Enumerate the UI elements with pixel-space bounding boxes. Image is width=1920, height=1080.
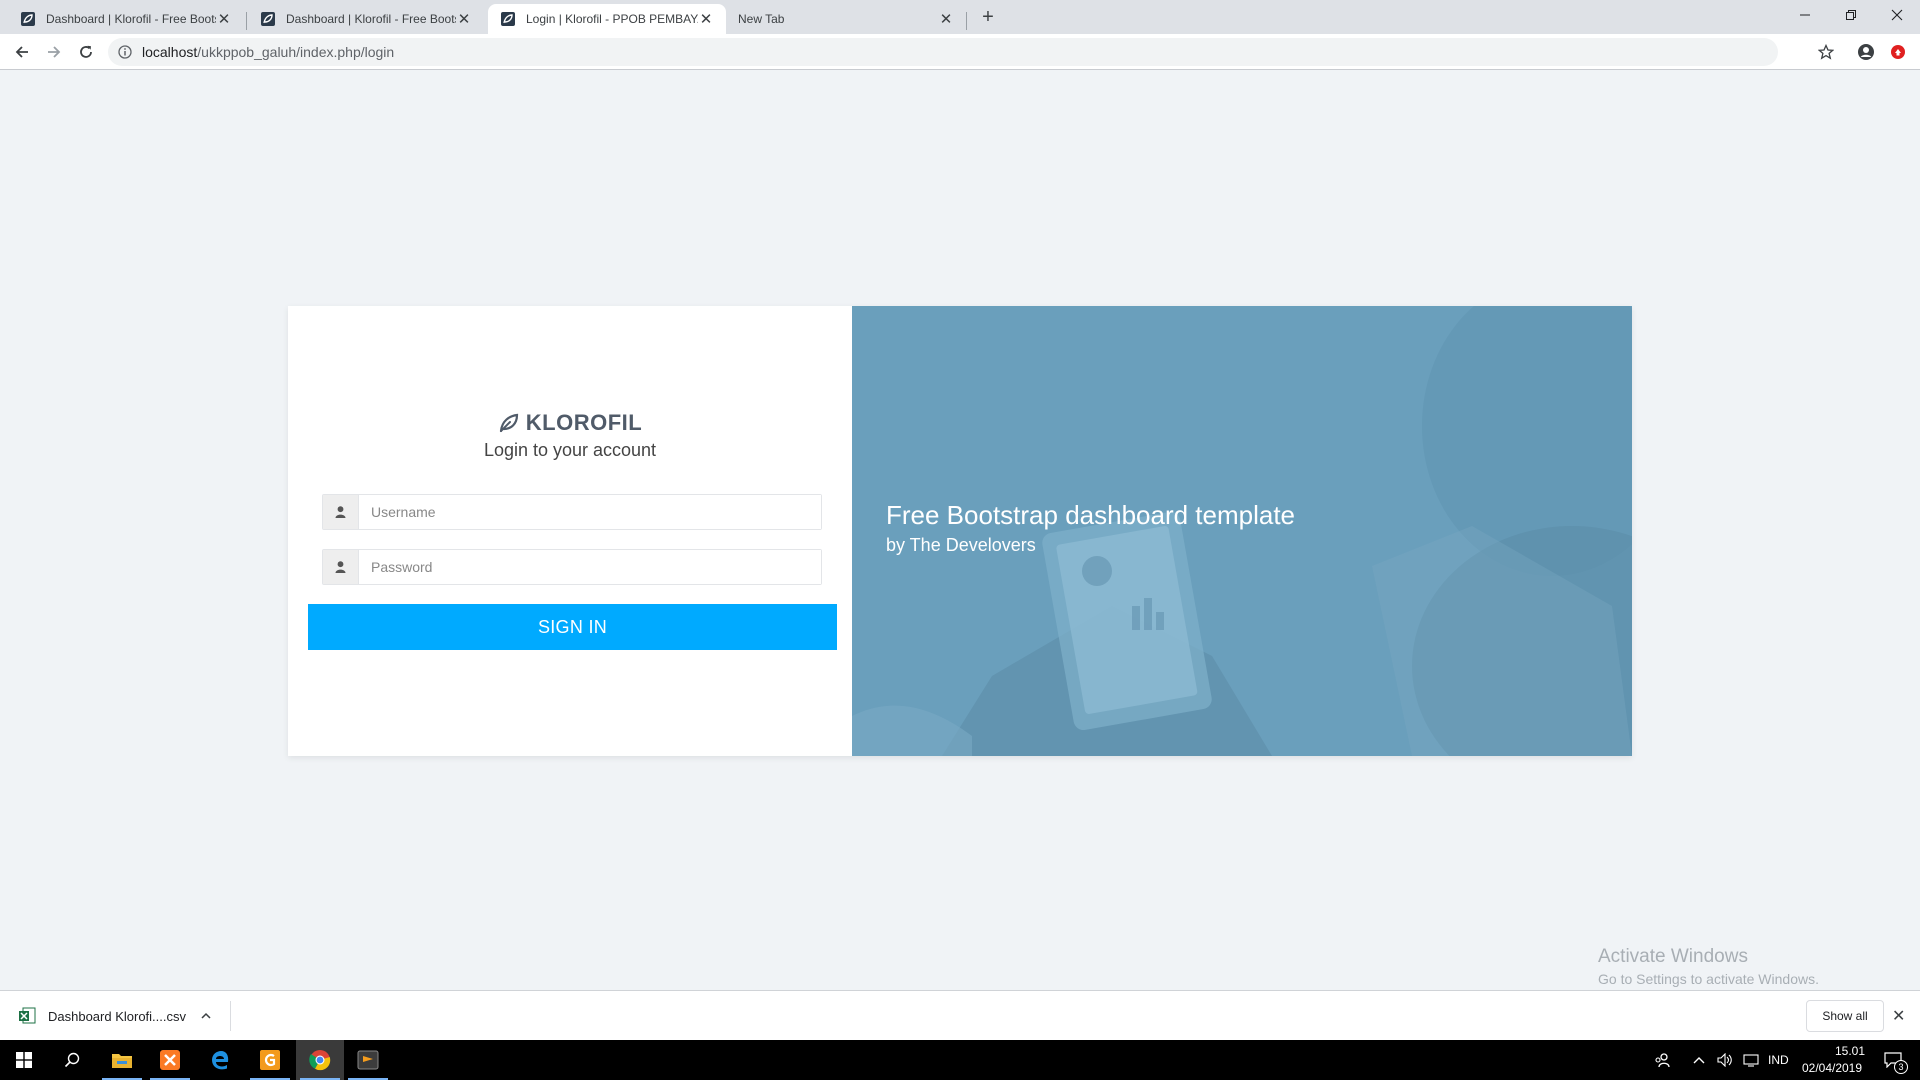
download-item[interactable]: Dashboard Klorofi....csv bbox=[18, 1001, 212, 1031]
tab-title: Dashboard | Klorofil - Free Bootstrap bbox=[46, 12, 216, 26]
extension-icon[interactable] bbox=[1884, 38, 1912, 66]
hero-title: Free Bootstrap dashboard template bbox=[886, 500, 1296, 530]
sublime-text-icon[interactable] bbox=[344, 1040, 392, 1080]
search-icon[interactable] bbox=[48, 1040, 96, 1080]
tab-close-icon[interactable]: ✕ bbox=[216, 10, 232, 28]
tray-chevron-up-icon[interactable] bbox=[1686, 1040, 1712, 1080]
network-icon[interactable] bbox=[1738, 1040, 1764, 1080]
tab-dashboard-1[interactable]: Dashboard | Klorofil - Free Bootstrap ✕ bbox=[8, 4, 244, 34]
info-icon[interactable] bbox=[118, 45, 132, 59]
address-bar[interactable]: localhost/ukkppob_galuh/index.php/login bbox=[108, 38, 1778, 66]
notification-count-badge: 3 bbox=[1894, 1060, 1908, 1074]
hero-panel: Free Bootstrap dashboard template by The… bbox=[852, 306, 1632, 756]
url-path: /ukkppob_galuh/index.php/login bbox=[197, 44, 395, 60]
user-icon bbox=[323, 495, 359, 529]
tab-close-icon[interactable]: ✕ bbox=[456, 10, 472, 28]
tab-title: Dashboard | Klorofil - Free Bootstrap bbox=[286, 12, 456, 26]
new-tab-plus-icon[interactable]: + bbox=[976, 6, 1000, 29]
hero-subtitle: by The Develovers bbox=[886, 535, 1036, 555]
edge-icon[interactable] bbox=[196, 1040, 244, 1080]
windows-taskbar: IND 15.01 02/04/2019 3 bbox=[0, 1040, 1920, 1080]
back-arrow-icon[interactable] bbox=[8, 38, 36, 66]
xampp-icon[interactable] bbox=[146, 1040, 194, 1080]
tab-separator bbox=[246, 12, 247, 30]
login-form-panel: KLOROFIL Login to your account SIGN IN bbox=[288, 306, 852, 756]
klorofil-favicon-icon bbox=[501, 12, 515, 26]
login-card: KLOROFIL Login to your account SIGN IN bbox=[288, 306, 1632, 756]
brand-logo: KLOROFIL bbox=[288, 410, 852, 436]
tab-title: Login | Klorofil - PPOB PEMBAYARAN bbox=[526, 12, 698, 26]
download-filename: Dashboard Klorofi....csv bbox=[48, 1008, 187, 1024]
klorofil-favicon-icon bbox=[21, 12, 35, 26]
window-close-icon[interactable] bbox=[1874, 0, 1920, 30]
tab-close-icon[interactable]: ✕ bbox=[938, 10, 954, 28]
shelf-divider bbox=[230, 1001, 231, 1031]
reload-icon[interactable] bbox=[72, 38, 100, 66]
user-icon bbox=[323, 550, 359, 584]
tab-title: New Tab bbox=[738, 12, 785, 26]
notification-center-icon[interactable]: 3 bbox=[1872, 1040, 1914, 1080]
username-input[interactable] bbox=[359, 495, 821, 529]
password-group bbox=[322, 549, 822, 585]
browser-toolbar: localhost/ukkppob_galuh/index.php/login bbox=[0, 34, 1920, 70]
tab-login[interactable]: Login | Klorofil - PPOB PEMBAYARAN ✕ bbox=[488, 4, 726, 34]
file-explorer-icon[interactable] bbox=[98, 1040, 146, 1080]
hero-background-image bbox=[852, 306, 1632, 756]
leaf-logo-icon bbox=[499, 413, 518, 433]
download-shelf: Dashboard Klorofi....csv Show all ✕ bbox=[0, 990, 1920, 1040]
profile-avatar-icon[interactable] bbox=[1852, 38, 1880, 66]
watermark-line-2: Go to Settings to activate Windows. bbox=[1598, 971, 1819, 987]
close-shelf-icon[interactable]: ✕ bbox=[1892, 1006, 1905, 1026]
tab-close-icon[interactable]: ✕ bbox=[698, 10, 714, 28]
language-indicator[interactable]: IND bbox=[1768, 1053, 1789, 1067]
password-input[interactable] bbox=[359, 550, 821, 584]
tab-dashboard-2[interactable]: Dashboard | Klorofil - Free Bootstrap ✕ bbox=[248, 4, 484, 34]
bookmark-star-icon[interactable] bbox=[1812, 38, 1840, 66]
activate-windows-watermark: Activate Windows Go to Settings to activ… bbox=[1598, 946, 1819, 987]
forward-arrow-icon[interactable] bbox=[40, 38, 68, 66]
brand-name: KLOROFIL bbox=[525, 410, 643, 435]
people-icon[interactable] bbox=[1640, 1040, 1684, 1080]
minimize-icon[interactable] bbox=[1782, 0, 1828, 30]
browser-tabstrip: Dashboard | Klorofil - Free Bootstrap ✕ … bbox=[0, 0, 1920, 34]
chevron-up-icon[interactable] bbox=[200, 1010, 212, 1022]
login-lead: Login to your account bbox=[483, 440, 657, 460]
excel-file-icon bbox=[19, 1007, 36, 1024]
klorofil-favicon-icon bbox=[261, 12, 275, 26]
tab-separator bbox=[966, 12, 967, 30]
clock-date[interactable]: 02/04/2019 bbox=[1800, 1061, 1864, 1075]
sublime-style-app-icon[interactable] bbox=[246, 1040, 294, 1080]
volume-icon[interactable] bbox=[1712, 1040, 1738, 1080]
sign-in-button[interactable]: SIGN IN bbox=[308, 604, 837, 650]
show-all-button[interactable]: Show all bbox=[1806, 1000, 1884, 1032]
chrome-icon[interactable] bbox=[296, 1040, 344, 1080]
restore-icon[interactable] bbox=[1828, 0, 1874, 30]
tab-new-tab[interactable]: New Tab ✕ bbox=[726, 4, 966, 34]
windows-start-icon[interactable] bbox=[0, 1040, 48, 1080]
watermark-line-1: Activate Windows bbox=[1598, 946, 1748, 967]
url-host: localhost bbox=[142, 44, 198, 60]
username-group bbox=[322, 494, 822, 530]
